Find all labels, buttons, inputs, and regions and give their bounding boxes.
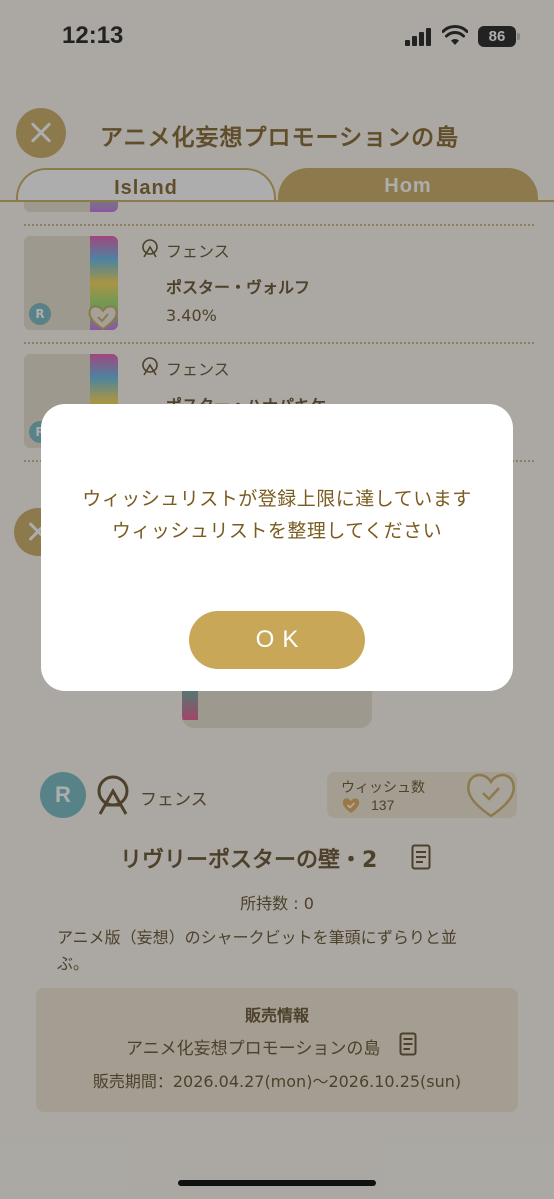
home-indicator[interactable] <box>178 1180 376 1186</box>
dialog-message-line: ウィッシュリストを整理してください <box>111 520 443 542</box>
ok-button[interactable]: OK <box>189 611 365 669</box>
wishlist-limit-dialog: ウィッシュリストが登録上限に達しています ウィッシュリストを整理してください O… <box>41 404 513 691</box>
dialog-message-line: ウィッシュリストが登録上限に達しています <box>82 488 472 510</box>
